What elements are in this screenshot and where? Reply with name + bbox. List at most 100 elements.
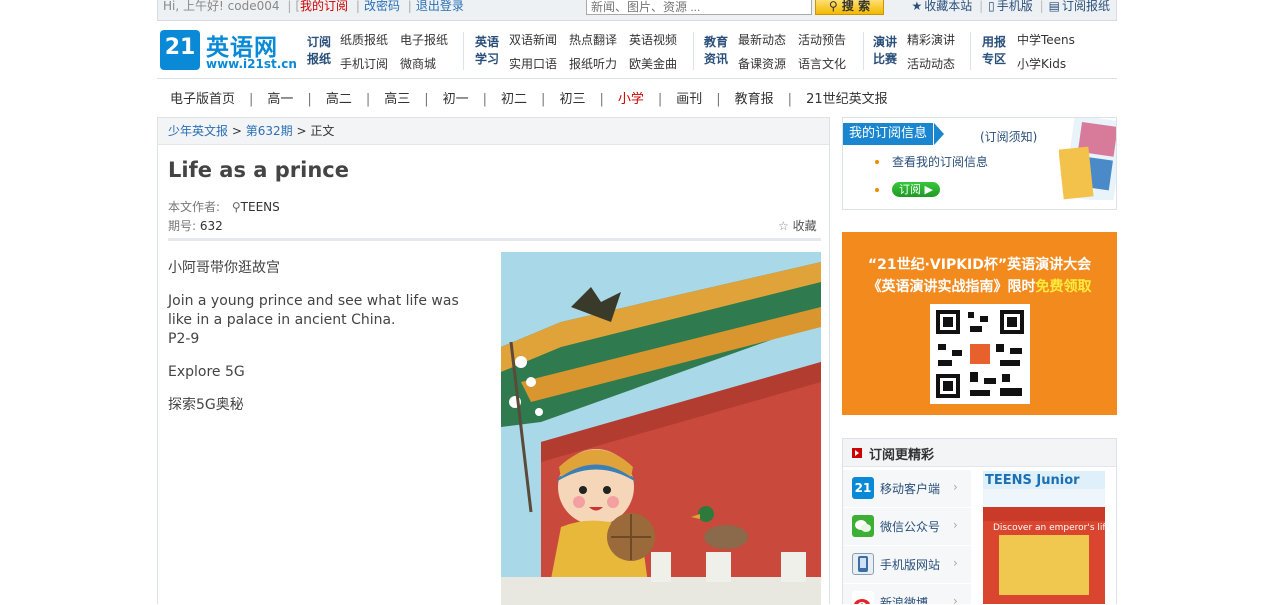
breadcrumb-issue[interactable]: 第632期 bbox=[246, 124, 293, 138]
subscribe-paper-link[interactable]: 订阅报纸 bbox=[1062, 0, 1110, 13]
ad-subline-text: 《英语演讲实战指南》限时 bbox=[867, 279, 1036, 295]
app-logo-icon: 21 bbox=[852, 477, 874, 499]
top-bar: Hi, 上午好! code004 |[我的订阅 |改密码 |退出登录 ⚲ 搜 索… bbox=[157, 0, 1117, 21]
nav-group-title: 演讲比赛 bbox=[872, 35, 897, 66]
subnav-item[interactable]: 教育报 bbox=[735, 88, 774, 107]
more-box-title: 订阅更精彩 bbox=[869, 448, 935, 463]
site-logo[interactable]: 21 英语网 www.i21st.cn bbox=[160, 30, 297, 72]
nav-link[interactable]: 最新动态 bbox=[738, 31, 786, 48]
wechat-link-row[interactable]: 微信公众号 › bbox=[843, 508, 971, 546]
mobile-link[interactable]: 手机版 bbox=[997, 0, 1033, 13]
username: code004 bbox=[227, 0, 280, 13]
logout-link[interactable]: 退出登录 bbox=[416, 0, 464, 13]
nav-link[interactable]: 中学Teens bbox=[1017, 31, 1075, 48]
nav-group-speech: 演讲比赛 精彩演讲 活动动态 bbox=[871, 31, 961, 75]
ad-headline: “21世纪·VIPKID杯”英语演讲大会 bbox=[867, 257, 1092, 273]
breadcrumb: 少年英文报 > 第632期 > 正文 bbox=[158, 118, 829, 145]
magazine-title: TEENS Junior bbox=[985, 473, 1080, 488]
subnav-item[interactable]: 电子版首页 bbox=[170, 88, 235, 107]
nav-link[interactable]: 报纸听力 bbox=[569, 55, 617, 72]
nav-group-title: 英语学习 bbox=[474, 35, 499, 66]
favorite-button[interactable]: ☆ 收藏 bbox=[778, 217, 817, 234]
ad-subline-highlight: 免费领取 bbox=[1035, 279, 1092, 295]
nav-link[interactable]: 热点翻译 bbox=[569, 31, 617, 48]
wechat-link-label: 微信公众号 bbox=[880, 520, 941, 534]
wechat-icon bbox=[852, 515, 874, 537]
nav-link[interactable]: 微商城 bbox=[400, 55, 436, 72]
page: Hi, 上午好! code004 |[我的订阅 |改密码 |退出登录 ⚲ 搜 索… bbox=[157, 0, 1117, 605]
article-issue: 期号: 632 bbox=[168, 217, 223, 234]
nav-link[interactable]: 小学Kids bbox=[1017, 55, 1066, 72]
nav-link[interactable]: 手机订阅 bbox=[340, 55, 388, 72]
search-icon: ⚲ bbox=[828, 0, 838, 13]
author-value: TEENS bbox=[240, 200, 280, 214]
search-button[interactable]: ⚲ 搜 索 bbox=[815, 0, 884, 15]
article-author: 本文作者: ⚲TEENS bbox=[168, 198, 280, 215]
author-icon: ⚲ bbox=[231, 200, 241, 214]
weibo-link-label: 新浪微博 bbox=[880, 596, 929, 604]
ad-subline: 《英语演讲实战指南》限时免费领取 bbox=[842, 276, 1117, 296]
article-body: 小阿哥带你逛故宫 Join a young prince and see wha… bbox=[168, 259, 478, 429]
nav-link[interactable]: 欧美金曲 bbox=[629, 55, 677, 72]
article-paragraph: Explore 5G bbox=[168, 364, 245, 380]
nav-link[interactable]: 语言文化 bbox=[798, 55, 846, 72]
nav-group-users: 用报专区 中学Teens 小学Kids bbox=[980, 31, 1090, 75]
subnav-item[interactable]: 初三 bbox=[559, 88, 585, 107]
subnav-item[interactable]: 高一 bbox=[267, 88, 293, 107]
favorite-icon: ☆ bbox=[778, 219, 789, 233]
nav-link[interactable]: 纸质报纸 bbox=[340, 31, 388, 48]
bookmark-link[interactable]: 收藏本站 bbox=[924, 0, 972, 13]
weibo-link-row[interactable]: 新浪微博 › bbox=[843, 584, 971, 604]
nav-group-education: 教育资讯 最新动态 活动预告 备课资源 语言文化 bbox=[702, 31, 852, 75]
author-label: 本文作者: bbox=[168, 200, 221, 214]
nav-group-subscribe: 订阅报纸 纸质报纸 电子报纸 手机订阅 微商城 bbox=[305, 31, 455, 75]
breadcrumb-section[interactable]: 少年英文报 bbox=[168, 124, 228, 138]
nav-link[interactable]: 精彩演讲 bbox=[907, 31, 955, 48]
chevron-right-icon: › bbox=[953, 556, 958, 570]
article-illustration bbox=[501, 252, 821, 605]
mobile-phone-icon bbox=[852, 553, 874, 575]
nav-link[interactable]: 实用口语 bbox=[509, 55, 557, 72]
teens-junior-cover[interactable]: TEENS Junior Discover an emperor's life bbox=[979, 471, 1112, 604]
magazine-thumbnail bbox=[1058, 118, 1116, 204]
article-panel: 少年英文报 > 第632期 > 正文 Life as a prince 本文作者… bbox=[157, 117, 830, 605]
logo-url: www.i21st.cn bbox=[206, 57, 297, 71]
nav-link[interactable]: 电子报纸 bbox=[400, 31, 448, 48]
speech-contest-ad[interactable]: “21世纪·VIPKID杯”英语演讲大会 《英语演讲实战指南》限时免费领取 bbox=[842, 232, 1117, 415]
weibo-icon bbox=[852, 591, 874, 604]
nav-link[interactable]: 英语视频 bbox=[629, 31, 677, 48]
mobile-site-link-row[interactable]: 手机版网站 › bbox=[843, 546, 971, 584]
subscription-notice-link[interactable]: (订阅须知) bbox=[980, 128, 1037, 145]
magazine-caption: Discover an emperor's life bbox=[993, 523, 1112, 533]
nav-link[interactable]: 活动预告 bbox=[798, 31, 846, 48]
star-icon: ★ bbox=[911, 0, 923, 13]
subnav-item[interactable]: 21世纪英文报 bbox=[806, 88, 888, 107]
more-box-header: 订阅更精彩 bbox=[843, 439, 1116, 467]
my-subscription-link[interactable]: 我的订阅 bbox=[300, 0, 348, 13]
subnav-item[interactable]: 高三 bbox=[384, 88, 410, 107]
nav-group-learning: 英语学习 双语新闻 热点翻译 英语视频 实用口语 报纸听力 欧美金曲 bbox=[473, 31, 683, 75]
chevron-right-icon: › bbox=[953, 518, 958, 532]
subnav-item[interactable]: 初一 bbox=[443, 88, 469, 107]
nav-link[interactable]: 双语新闻 bbox=[509, 31, 557, 48]
subnav-item[interactable]: 高二 bbox=[326, 88, 352, 107]
chevron-right-icon: › bbox=[953, 480, 958, 494]
subnav-item-active[interactable]: 小学 bbox=[618, 88, 644, 107]
greeting-text: Hi, 上午好! bbox=[163, 0, 224, 13]
nav-link[interactable]: 备课资源 bbox=[738, 55, 786, 72]
qr-code-icon bbox=[930, 304, 1030, 404]
subscribe-button-label: 订阅 bbox=[899, 183, 922, 196]
app-link-row[interactable]: 21 移动客户端 › bbox=[843, 470, 971, 508]
subnav-item[interactable]: 初二 bbox=[501, 88, 527, 107]
search-input[interactable] bbox=[586, 0, 812, 15]
subscription-box-title: 我的订阅信息 bbox=[843, 123, 934, 145]
subnav-item[interactable]: 画刊 bbox=[676, 88, 702, 107]
subscribe-button[interactable]: 订阅 ▶ bbox=[892, 182, 940, 197]
change-password-link[interactable]: 改密码 bbox=[364, 0, 400, 13]
view-subscription-link[interactable]: 查看我的订阅信息 bbox=[892, 153, 988, 170]
nav-link[interactable]: 活动动态 bbox=[907, 55, 955, 72]
app-link-label: 移动客户端 bbox=[880, 482, 941, 496]
article-paragraph: Join a young prince and see what life wa… bbox=[168, 293, 459, 328]
article-paragraph: P2-9 bbox=[168, 331, 200, 347]
arrow-icon bbox=[852, 448, 862, 458]
